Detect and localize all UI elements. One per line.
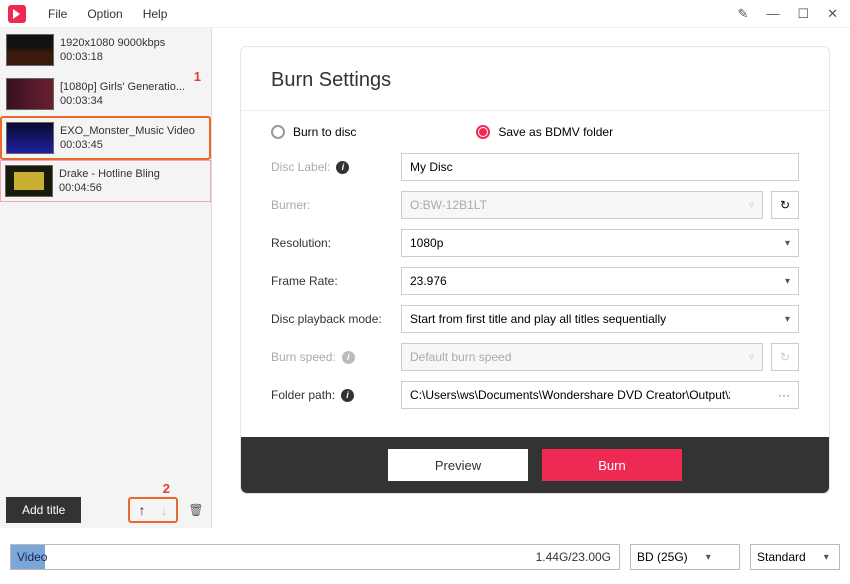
- browse-icon[interactable]: ···: [778, 388, 790, 402]
- maximize-button[interactable]: ☐: [793, 4, 813, 24]
- video-thumbnail: [6, 78, 54, 110]
- minimize-button[interactable]: —: [762, 4, 783, 23]
- arrow-down-icon: ↓: [161, 502, 168, 518]
- menu-file[interactable]: File: [38, 7, 77, 21]
- resolution-select[interactable]: 1080p▾: [401, 229, 799, 257]
- feedback-icon[interactable]: ✎: [734, 4, 753, 24]
- video-item[interactable]: 1920x1080 9000kbps 00:03:18: [0, 28, 211, 72]
- capacity-bar: Video 1.44G/23.00G: [10, 544, 620, 570]
- video-title: 1920x1080 9000kbps: [60, 37, 165, 49]
- caret-icon: ▿: [749, 200, 754, 211]
- arrow-up-icon: ↑: [139, 502, 146, 518]
- radio-label: Burn to disc: [293, 125, 356, 139]
- video-title: Drake - Hotline Bling: [59, 168, 160, 180]
- label-playback-mode: Disc playback mode:: [271, 312, 401, 326]
- caret-icon: ▿: [749, 352, 754, 363]
- label-burner: Burner:: [271, 198, 401, 212]
- statusbar: Video 1.44G/23.00G BD (25G)▾ Standard▾: [0, 530, 850, 584]
- radio-label: Save as BDMV folder: [498, 125, 613, 139]
- burn-speed-select: Default burn speed▿: [401, 343, 763, 371]
- radio-burn-to-disc[interactable]: Burn to disc: [271, 125, 356, 139]
- label-resolution: Resolution:: [271, 236, 401, 250]
- content-area: Burn Settings Burn to disc Save as BDMV …: [212, 28, 850, 528]
- info-icon[interactable]: i: [342, 351, 355, 364]
- menu-option[interactable]: Option: [77, 7, 132, 21]
- video-title: [1080p] Girls' Generatio...: [60, 81, 185, 93]
- info-icon[interactable]: i: [336, 161, 349, 174]
- folder-path-field[interactable]: C:\Users\ws\Documents\Wondershare DVD Cr…: [401, 381, 799, 409]
- disc-type-select[interactable]: BD (25G)▾: [630, 544, 740, 570]
- label-folder-path: Folder path: i: [271, 388, 401, 402]
- burn-settings-panel: Burn Settings Burn to disc Save as BDMV …: [240, 46, 830, 494]
- app-logo-icon: [8, 5, 26, 23]
- video-duration: 00:04:56: [59, 182, 160, 194]
- caret-icon: ▾: [824, 552, 829, 563]
- video-duration: 00:03:18: [60, 51, 165, 63]
- burner-select: O:BW-12B1LT▿: [401, 191, 763, 219]
- radio-save-as-bdmv[interactable]: Save as BDMV folder: [476, 125, 613, 139]
- panel-footer: Preview Burn: [241, 437, 829, 493]
- caret-icon: ▾: [785, 238, 790, 249]
- close-button[interactable]: ✕: [823, 4, 842, 24]
- move-up-button[interactable]: ↑: [134, 501, 150, 519]
- playback-mode-select[interactable]: Start from first title and play all titl…: [401, 305, 799, 333]
- video-item[interactable]: Drake - Hotline Bling 00:04:56: [0, 160, 211, 202]
- video-duration: 00:03:34: [60, 95, 185, 107]
- refresh-icon: ↻: [780, 198, 790, 212]
- radio-icon: [271, 125, 285, 139]
- disc-label-input[interactable]: [401, 153, 799, 181]
- refresh-icon: ↻: [780, 350, 790, 364]
- titlebar: File Option Help ✎ — ☐ ✕: [0, 0, 850, 28]
- quality-select[interactable]: Standard▾: [750, 544, 840, 570]
- caret-icon: ▾: [785, 314, 790, 325]
- preview-button[interactable]: Preview: [388, 449, 528, 481]
- video-title: EXO_Monster_Music Video: [60, 125, 195, 137]
- label-burn-speed: Burn speed: i: [271, 350, 401, 364]
- caret-icon: ▾: [706, 552, 711, 563]
- menu-help[interactable]: Help: [133, 7, 178, 21]
- panel-title: Burn Settings: [241, 69, 829, 111]
- sidebar-footer: Add title 2 ↑ ↓ 🗑: [0, 492, 212, 528]
- frame-rate-select[interactable]: 23.976▾: [401, 267, 799, 295]
- refresh-speed-button: ↻: [771, 343, 799, 371]
- video-thumbnail: [6, 34, 54, 66]
- annotation-marker-2: 2: [163, 481, 170, 496]
- refresh-burner-button[interactable]: ↻: [771, 191, 799, 219]
- trash-icon: 🗑: [188, 503, 203, 517]
- capacity-mode: Video: [11, 550, 47, 564]
- video-item-selected[interactable]: EXO_Monster_Music Video 00:03:45: [0, 116, 211, 160]
- burn-button[interactable]: Burn: [542, 449, 682, 481]
- label-frame-rate: Frame Rate:: [271, 274, 401, 288]
- caret-icon: ▾: [785, 276, 790, 287]
- annotation-marker-1: 1: [194, 69, 201, 84]
- radio-icon-checked: [476, 125, 490, 139]
- video-list-sidebar: 1920x1080 9000kbps 00:03:18 [1080p] Girl…: [0, 28, 212, 528]
- video-item[interactable]: [1080p] Girls' Generatio... 00:03:34 1: [0, 72, 211, 116]
- info-icon[interactable]: i: [341, 389, 354, 402]
- add-title-button[interactable]: Add title: [6, 497, 81, 523]
- video-duration: 00:03:45: [60, 139, 195, 151]
- delete-button[interactable]: 🗑: [186, 500, 206, 520]
- capacity-size: 1.44G/23.00G: [536, 550, 619, 564]
- label-disc-label: Disc Label: i: [271, 160, 401, 174]
- move-down-button[interactable]: ↓: [156, 501, 172, 519]
- video-thumbnail: [5, 165, 53, 197]
- video-thumbnail: [6, 122, 54, 154]
- reorder-controls: 2 ↑ ↓: [128, 497, 178, 523]
